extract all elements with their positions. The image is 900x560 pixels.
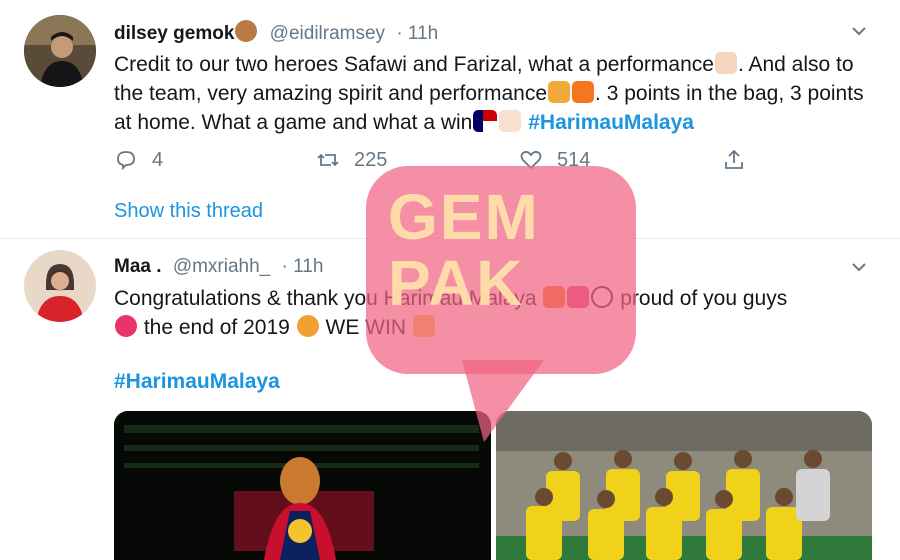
show-thread-link[interactable]: Show this thread [114, 200, 263, 223]
user-handle[interactable]: @mxriahh_ [173, 256, 270, 277]
chevron-down-icon[interactable] [848, 20, 870, 42]
avatar[interactable] [24, 15, 96, 87]
reply-icon [117, 151, 135, 171]
avatar[interactable] [24, 250, 96, 322]
tweet-header: Maa . @mxriahh_ · 11h [114, 256, 323, 278]
watermark-tail [462, 360, 544, 442]
tweet-header: dilsey gemok @eidilramsey · 11h [114, 20, 438, 45]
bear-emoji-icon [235, 20, 258, 42]
victory-hand-emoji-icon [499, 110, 522, 132]
reply-button[interactable]: 4 [114, 148, 163, 172]
timestamp[interactable]: · 11h [396, 23, 438, 44]
display-name[interactable]: Maa . [114, 256, 162, 277]
hashtag-link[interactable]: #HarimauMalaya [114, 370, 280, 394]
tiger-emoji-icon [548, 81, 571, 103]
media-image-mascot[interactable] [114, 411, 491, 560]
share-icon [725, 149, 743, 169]
timestamp[interactable]: · 11h [282, 256, 324, 277]
tweet-text: Credit to our two heroes Safawi and Fari… [114, 52, 864, 134]
two-hearts-emoji-icon [115, 315, 137, 337]
retweet-count: 225 [354, 148, 388, 171]
fire-emoji-icon [572, 81, 595, 103]
reply-count: 4 [152, 148, 164, 171]
hashtag-link[interactable]: #HarimauMalaya [528, 111, 694, 134]
display-name[interactable]: dilsey gemok [114, 23, 234, 44]
share-button[interactable] [722, 148, 746, 172]
malaysia-flag-emoji-icon [473, 110, 498, 132]
retweet-icon [317, 153, 339, 167]
chevron-down-icon[interactable] [848, 256, 870, 278]
user-handle[interactable]: @eidilramsey [270, 23, 385, 44]
clapping-hands-emoji-icon [714, 52, 737, 74]
media-image-team-photo[interactable] [496, 411, 872, 560]
watermark-text: GEM PAK [388, 181, 540, 319]
lion-emoji-icon [296, 315, 319, 337]
retweet-button[interactable]: 225 [316, 148, 387, 172]
